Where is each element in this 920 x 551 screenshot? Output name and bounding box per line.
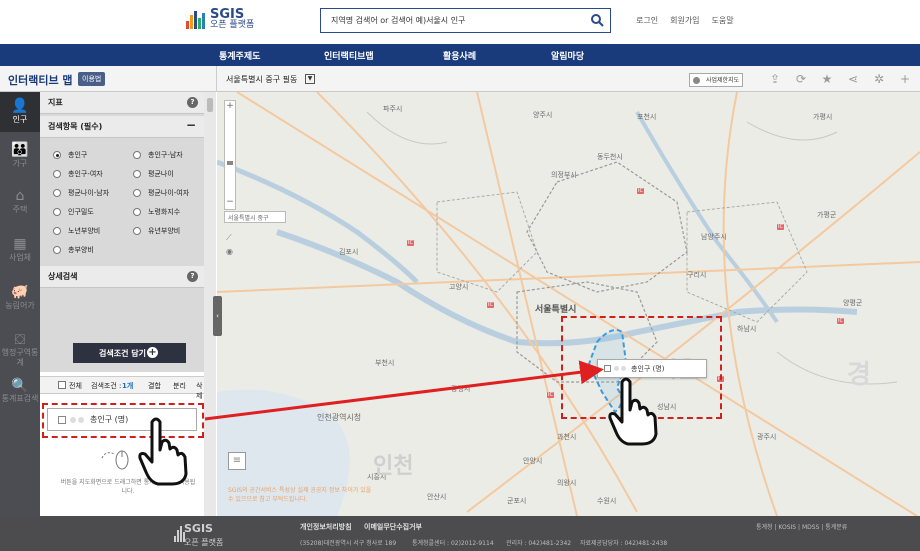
privacy-link[interactable]: 개인정보처리방침 (300, 522, 352, 532)
hand-pointer-icon (138, 417, 188, 486)
map-notice: SGIS의 공간서비스 특성상 실제 공공지 정보 차이가 있을 수 있으므로 … (228, 487, 372, 503)
footer-sites[interactable]: 통계청 | KOSIS | MDSS | 통계분류 (756, 522, 847, 531)
hand-pointer-icon (608, 377, 658, 446)
footer-brand-sub: 오픈 플랫폼 (184, 538, 224, 547)
footer-brand: SGIS (184, 522, 213, 535)
footer: SGIS 오픈 플랫폼 개인정보처리방침 이메일무단수집거부 (35208)대전광… (0, 516, 920, 551)
footer-contact-admin: 관리자 : 042)481-2342 (506, 540, 572, 547)
footer-logo: SGIS 오픈 플랫폼 (184, 522, 223, 548)
footer-contact-callcenter: 통계청콜센터 : 02)2012-9114 (412, 540, 494, 547)
footer-address: (35208)대전광역시 서구 청사로 189 (300, 540, 397, 547)
legend-icon[interactable]: ≡ (228, 452, 246, 470)
email-refusal-link[interactable]: 이메일무단수집거부 (364, 522, 422, 532)
footer-contact-data: 자료제공담당자 : 042)481-2438 (580, 540, 668, 547)
